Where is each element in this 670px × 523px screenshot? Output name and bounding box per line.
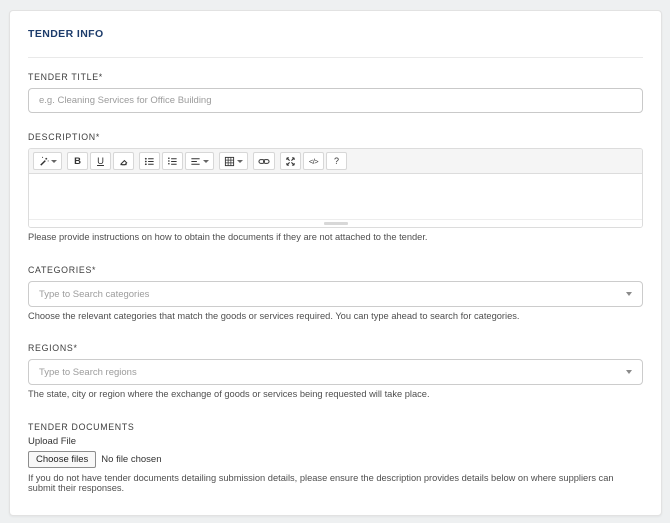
regions-select[interactable]: Type to Search regions: [28, 359, 643, 385]
style-group: [33, 152, 62, 170]
regions-placeholder: Type to Search regions: [39, 366, 137, 378]
tender-info-card: TENDER INFO TENDER TITLE* DESCRIPTION* B: [9, 10, 662, 516]
tender-title-field: TENDER TITLE*: [28, 72, 643, 113]
insert-group: [253, 152, 275, 170]
unordered-list-icon: [144, 156, 155, 167]
bold-button[interactable]: B: [67, 152, 88, 170]
dropdown-caret-icon: [626, 370, 632, 374]
no-file-chosen-text: No file chosen: [101, 454, 162, 465]
underline-button[interactable]: U: [90, 152, 111, 170]
link-button[interactable]: [253, 152, 275, 170]
paragraph-align-button[interactable]: [185, 152, 214, 170]
resize-handle[interactable]: [323, 222, 348, 225]
description-label: DESCRIPTION*: [28, 132, 100, 142]
description-editor-area[interactable]: [29, 174, 642, 219]
editor-toolbar: B U </> ?: [29, 149, 642, 174]
editor-statusbar: [29, 219, 642, 227]
paragraph-group: [139, 152, 214, 170]
categories-select[interactable]: Type to Search categories: [28, 281, 643, 307]
documents-help-text: If you do not have tender documents deta…: [28, 473, 614, 493]
file-input[interactable]: Choose files No file chosen: [28, 451, 643, 468]
categories-label: CATEGORIES*: [28, 265, 97, 275]
dropdown-caret-icon: [237, 159, 243, 163]
description-help-text: Please provide instructions on how to ob…: [28, 232, 428, 242]
upload-file-label: Upload File: [28, 436, 77, 447]
unordered-list-button[interactable]: [139, 152, 160, 170]
divider: [28, 57, 643, 58]
dropdown-caret-icon: [203, 159, 209, 163]
ordered-list-button[interactable]: [162, 152, 183, 170]
font-group: B U: [67, 152, 134, 170]
categories-help-text: Choose the relevant categories that matc…: [28, 311, 520, 321]
page-title: TENDER INFO: [28, 28, 104, 40]
table-group: [219, 152, 248, 170]
regions-field: REGIONS* Type to Search regions The stat…: [28, 343, 643, 399]
categories-field: CATEGORIES* Type to Search categories Ch…: [28, 265, 643, 321]
categories-placeholder: Type to Search categories: [39, 288, 150, 300]
table-icon: [224, 156, 235, 167]
rich-text-editor: B U </> ?: [28, 148, 643, 228]
documents-label: TENDER DOCUMENTS: [28, 422, 135, 432]
link-icon: [258, 156, 270, 167]
tender-title-input[interactable]: [28, 88, 643, 113]
description-field: DESCRIPTION* B U </> ? Please provide in…: [28, 132, 643, 242]
fullscreen-icon: [285, 156, 296, 167]
documents-field: TENDER DOCUMENTS Upload File Choose file…: [28, 422, 643, 493]
align-left-icon: [190, 156, 201, 167]
fullscreen-button[interactable]: [280, 152, 301, 170]
eraser-icon: [118, 156, 129, 167]
view-group: </> ?: [280, 152, 347, 170]
magic-wand-icon: [38, 156, 49, 167]
codeview-button[interactable]: </>: [303, 152, 324, 170]
dropdown-caret-icon: [51, 159, 57, 163]
ordered-list-icon: [167, 156, 178, 167]
style-dropdown-button[interactable]: [33, 152, 62, 170]
regions-label: REGIONS*: [28, 343, 78, 353]
tender-title-label: TENDER TITLE*: [28, 72, 103, 82]
dropdown-caret-icon: [626, 292, 632, 296]
editor-help-button[interactable]: ?: [326, 152, 347, 170]
table-button[interactable]: [219, 152, 248, 170]
choose-files-button[interactable]: Choose files: [28, 451, 97, 468]
clear-format-button[interactable]: [113, 152, 134, 170]
regions-help-text: The state, city or region where the exch…: [28, 389, 430, 399]
